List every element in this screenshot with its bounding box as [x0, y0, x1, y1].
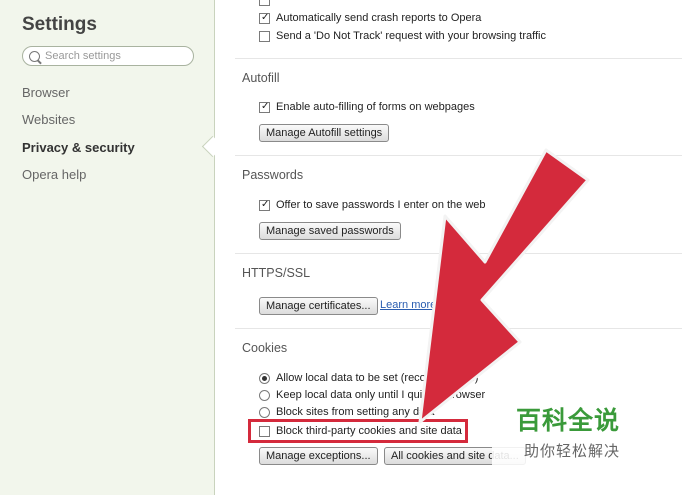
do-not-track-checkbox[interactable]: [259, 30, 270, 42]
keep-until-quit-radio[interactable]: [259, 389, 270, 401]
manage-autofill-button[interactable]: Manage Autofill settings: [259, 124, 390, 142]
section-divider: [235, 253, 682, 254]
manage-passwords-button[interactable]: Manage saved passwords: [259, 222, 401, 240]
settings-title: Settings: [22, 14, 97, 35]
sidebar-item-websites[interactable]: Websites: [22, 112, 75, 127]
passwords-heading: Passwords: [242, 168, 304, 182]
keep-until-quit-row[interactable]: Keep local data only until I quit my bro…: [259, 389, 485, 401]
search-placeholder: Search settings: [45, 50, 121, 62]
crash-reports-row[interactable]: Automatically send crash reports to Oper…: [259, 12, 481, 24]
watermark-subtitle: 助你轻松解决: [524, 443, 621, 460]
settings-sidebar: Settings Search settings Browser Website…: [0, 0, 215, 495]
sidebar-item-browser[interactable]: Browser: [22, 85, 70, 100]
allow-local-data-row[interactable]: Allow local data to be set (recommended): [259, 372, 478, 384]
save-passwords-checkbox[interactable]: [259, 199, 270, 211]
sidebar-item-privacy-security[interactable]: Privacy & security: [22, 140, 135, 155]
keep-until-quit-label: Keep local data only until I quit my bro…: [276, 389, 486, 401]
checkbox[interactable]: [259, 0, 270, 6]
learn-more-link[interactable]: Learn more: [380, 299, 436, 311]
sidebar-item-opera-help[interactable]: Opera help: [22, 167, 86, 182]
watermark-title: 百科全说: [516, 407, 621, 435]
watermark: 百科全说 助你轻松解决: [492, 387, 668, 469]
block-sites-radio[interactable]: [259, 406, 270, 418]
cookies-heading: Cookies: [242, 341, 288, 355]
do-not-track-label: Send a 'Do Not Track' request with your …: [276, 30, 546, 42]
manage-certificates-button[interactable]: Manage certificates...: [259, 297, 378, 315]
section-divider: [235, 58, 682, 59]
highlight-box: [248, 419, 468, 443]
section-divider: [235, 155, 682, 156]
crash-reports-checkbox[interactable]: [259, 12, 270, 24]
save-passwords-row[interactable]: Offer to save passwords I enter on the w…: [259, 199, 486, 211]
search-settings-input[interactable]: Search settings: [22, 46, 194, 66]
https-heading: HTTPS/SSL: [242, 266, 311, 280]
manage-exceptions-button[interactable]: Manage exceptions...: [259, 447, 378, 465]
allow-local-data-label: Allow local data to be set (recommended): [276, 372, 479, 384]
section-divider: [235, 328, 682, 329]
allow-local-data-radio[interactable]: [259, 372, 270, 384]
do-not-track-row[interactable]: Send a 'Do Not Track' request with your …: [259, 30, 546, 42]
cut-off-setting-row: [259, 0, 276, 6]
block-sites-row[interactable]: Block sites from setting any data: [259, 406, 434, 418]
autofill-heading: Autofill: [242, 71, 280, 85]
autofill-row[interactable]: Enable auto-filling of forms on webpages: [259, 101, 475, 113]
search-icon: [29, 50, 40, 62]
autofill-label: Enable auto-filling of forms on webpages: [276, 101, 475, 113]
autofill-checkbox[interactable]: [259, 101, 270, 113]
crash-reports-label: Automatically send crash reports to Oper…: [276, 12, 482, 24]
save-passwords-label: Offer to save passwords I enter on the w…: [276, 199, 486, 211]
block-sites-label: Block sites from setting any data: [276, 406, 435, 418]
